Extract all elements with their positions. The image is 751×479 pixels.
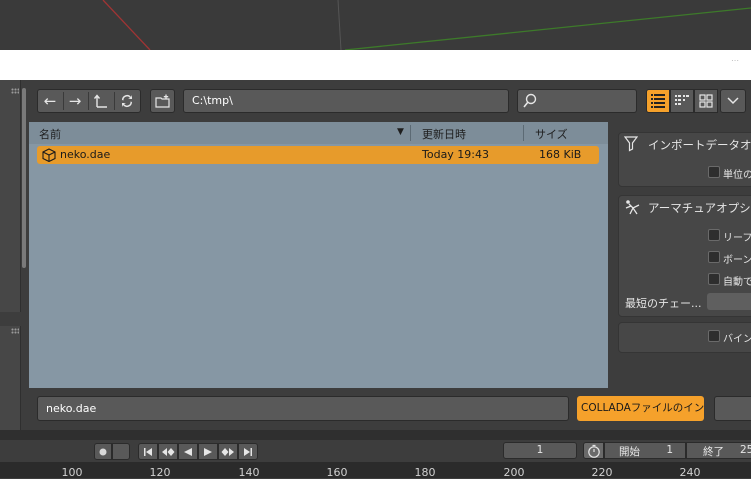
refresh-icon[interactable] <box>115 90 139 112</box>
ruler-tick: 240 <box>679 466 701 479</box>
ruler-tick: 200 <box>503 466 525 479</box>
column-header: 名前 ▼ 更新日時 サイズ <box>29 122 608 144</box>
grip-icon[interactable] <box>11 328 19 334</box>
next-keyframe-icon[interactable] <box>218 443 238 460</box>
mesh-file-icon <box>42 148 56 165</box>
funnel-icon <box>623 136 639 156</box>
ruler-tick: 120 <box>149 466 171 479</box>
import-button[interactable]: COLLADAファイルのイン... <box>577 396 704 421</box>
forward-icon[interactable]: → <box>63 90 87 112</box>
start-label: 開始 <box>619 446 640 458</box>
chevron-down-icon[interactable] <box>720 89 746 113</box>
file-row[interactable]: neko.dae Today 19:43 168 KiB <box>37 146 599 164</box>
new-folder-icon <box>151 90 174 112</box>
play-icon[interactable] <box>198 443 218 460</box>
units-checkbox[interactable] <box>708 166 720 178</box>
armature-icon <box>624 199 640 219</box>
cancel-button[interactable] <box>714 396 751 421</box>
jump-end-icon[interactable] <box>238 443 258 460</box>
previous-keyframe-icon[interactable] <box>158 443 178 460</box>
file-name: neko.dae <box>60 148 111 161</box>
timeline-ruler[interactable] <box>0 462 751 478</box>
chain-length-field[interactable] <box>707 293 751 310</box>
left-panel-lower <box>0 326 21 430</box>
start-value: 1 <box>666 444 673 456</box>
start-frame-field[interactable]: 開始 1 <box>604 442 686 459</box>
units-checkbox-label: 単位の <box>723 170 751 181</box>
thumbnails-icon[interactable] <box>694 89 718 113</box>
current-frame-field[interactable]: 1 <box>503 442 577 459</box>
bone-checkbox-label: ボーン <box>723 255 751 266</box>
file-list-scrollbar[interactable] <box>601 144 607 388</box>
bone-checkbox[interactable] <box>708 251 720 263</box>
bind-checkbox[interactable] <box>708 330 720 342</box>
nav-button-group: ← → <box>37 89 141 113</box>
column-modified[interactable]: 更新日時 <box>422 126 466 142</box>
search-icon <box>523 93 537 112</box>
file-modified: Today 19:43 <box>422 148 490 161</box>
ruler-tick: 220 <box>591 466 613 479</box>
chain-label: 最短のチェー... <box>625 297 702 310</box>
file-size: 168 KiB <box>539 148 582 161</box>
stopwatch-icon[interactable] <box>583 442 604 459</box>
viewport-axes <box>102 0 751 50</box>
vertical-list-icon[interactable] <box>646 89 670 113</box>
dialog-menu-icon[interactable]: ⋯ <box>731 56 739 65</box>
left-region <box>0 80 22 430</box>
parent-directory-icon[interactable] <box>89 90 113 112</box>
filename-field[interactable]: neko.dae <box>37 396 569 421</box>
new-folder-button[interactable] <box>150 89 175 113</box>
end-label: 終了 <box>703 446 724 458</box>
ruler-tick: 100 <box>61 466 83 479</box>
ruler-tick: 160 <box>326 466 348 479</box>
record-icon[interactable] <box>94 443 112 460</box>
ruler-tick: 180 <box>414 466 436 479</box>
play-reverse-icon[interactable] <box>178 443 198 460</box>
jump-start-icon[interactable] <box>138 443 158 460</box>
grip-icon[interactable] <box>11 88 19 94</box>
column-size[interactable]: サイズ <box>535 126 568 142</box>
import-panel-title[interactable]: インポートデータオプ <box>648 137 751 153</box>
column-name[interactable]: 名前 <box>39 126 61 142</box>
leaf-checkbox[interactable] <box>708 229 720 241</box>
auto-checkbox-label: 自動で <box>723 277 751 288</box>
auto-keying-options-icon[interactable] <box>112 443 130 460</box>
bind-checkbox-label: バイン <box>723 334 751 345</box>
end-frame-field[interactable]: 終了 25 <box>686 442 751 459</box>
leaf-checkbox-label: リーフ <box>723 233 751 244</box>
search-input[interactable] <box>517 89 637 113</box>
left-panel-upper <box>0 80 21 312</box>
horizontal-list-icon[interactable] <box>670 89 694 113</box>
ruler-tick: 140 <box>238 466 260 479</box>
area-divider[interactable] <box>0 430 751 440</box>
auto-checkbox[interactable] <box>708 273 720 285</box>
armature-panel-title[interactable]: アーマチュアオプショ <box>648 200 751 216</box>
back-icon[interactable]: ← <box>38 90 62 112</box>
3d-viewport[interactable] <box>0 0 751 50</box>
directory-path-field[interactable]: C:\tmp\ <box>183 89 509 113</box>
display-mode-group <box>646 89 746 113</box>
current-frame-value: 1 <box>536 444 544 456</box>
sort-descending-icon[interactable]: ▼ <box>397 127 404 137</box>
end-value: 25 <box>740 444 751 456</box>
dialog-title-bar: ⋯ <box>0 50 751 80</box>
dialog-scrollbar[interactable] <box>22 88 26 268</box>
